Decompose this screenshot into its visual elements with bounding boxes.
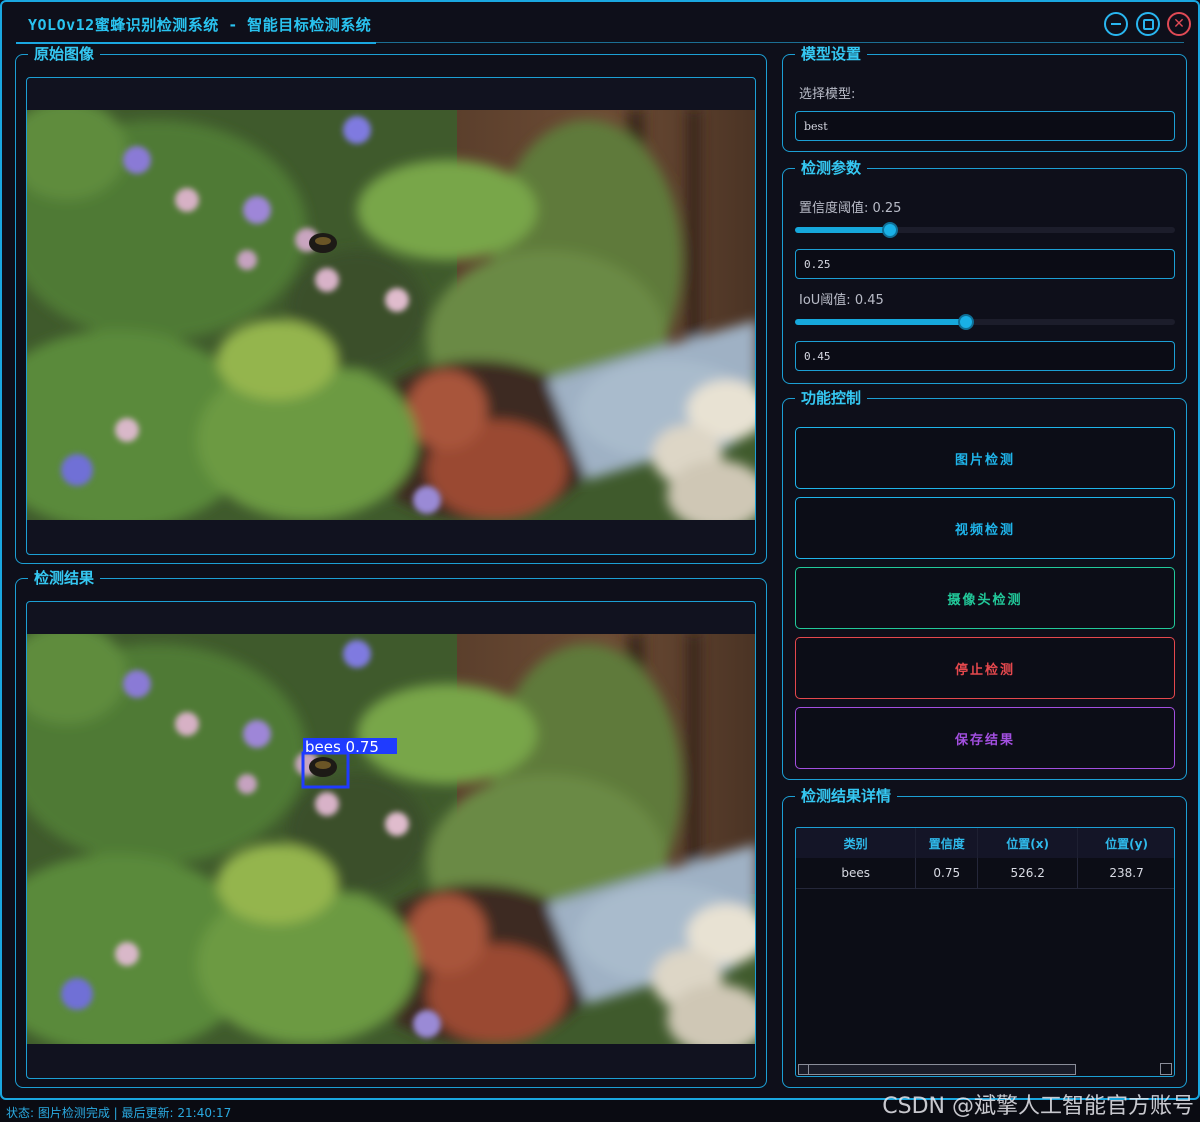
confidence-input[interactable]: 0.25 xyxy=(795,249,1175,279)
scroll-left-arrow[interactable] xyxy=(798,1064,809,1075)
title-underline xyxy=(16,42,376,44)
minimize-icon xyxy=(1111,23,1121,25)
save-result-button[interactable]: 保存结果 xyxy=(795,707,1175,769)
result-image-frame: bees 0.75 xyxy=(26,601,756,1079)
table-cell-x: 526.2 xyxy=(977,858,1079,889)
column-header-x[interactable]: 位置(x) xyxy=(977,828,1079,858)
results-detail-title: 检测结果详情 xyxy=(795,787,898,805)
table-cell-y: 238.7 xyxy=(1077,858,1174,889)
title-bar[interactable]: YOLOv12蜜蜂识别检测系统 - 智能目标检测系统 ✕ xyxy=(2,2,1198,44)
column-header-confidence[interactable]: 置信度 xyxy=(915,828,979,858)
status-bar: 状态: 图片检测完成 | 最后更新: 21:40:17 CSDN @斌擎人工智能… xyxy=(0,1094,1200,1122)
iou-input[interactable]: 0.45 xyxy=(795,341,1175,371)
image-detect-button[interactable]: 图片检测 xyxy=(795,427,1175,489)
original-photo xyxy=(27,110,756,520)
minimize-button[interactable] xyxy=(1104,12,1128,36)
maximize-button[interactable] xyxy=(1136,12,1160,36)
original-image-panel: 原始图像 xyxy=(15,45,767,564)
app-window: YOLOv12蜜蜂识别检测系统 - 智能目标检测系统 ✕ 原始图像 检测结果 b… xyxy=(0,0,1200,1100)
table-header-row: 类别 置信度 位置(x) 位置(y) xyxy=(796,828,1174,858)
camera-detect-button[interactable]: 摄像头检测 xyxy=(795,567,1175,629)
original-image xyxy=(27,110,756,520)
original-image-frame xyxy=(26,77,756,555)
watermark: CSDN @斌擎人工智能官方账号 xyxy=(882,1094,1194,1119)
results-detail-panel: 检测结果详情 类别 置信度 位置(x) 位置(y) bees 0.75 526.… xyxy=(782,787,1187,1088)
table-cell-class: bees xyxy=(796,858,917,889)
model-settings-title: 模型设置 xyxy=(795,45,868,63)
table-row[interactable]: bees 0.75 526.2 238.7 xyxy=(796,858,1174,889)
scrollbar-thumb[interactable] xyxy=(798,1064,1076,1075)
close-button[interactable]: ✕ xyxy=(1167,12,1191,36)
confidence-label: 置信度阈值: 0.25 xyxy=(799,201,902,216)
original-image-title: 原始图像 xyxy=(28,45,101,63)
result-image-panel: 检测结果 bees 0.75 xyxy=(15,569,767,1088)
status-text: 状态: 图片检测完成 | 最后更新: 21:40:17 xyxy=(6,1106,232,1120)
column-header-class[interactable]: 类别 xyxy=(796,828,917,858)
window-title: YOLOv12蜜蜂识别检测系统 - 智能目标检测系统 xyxy=(28,16,372,34)
result-photo: bees 0.75 xyxy=(27,634,756,1044)
scrollbar-corner xyxy=(1160,1063,1172,1075)
detection-label: bees 0.75 xyxy=(305,738,379,756)
function-controls-title: 功能控制 xyxy=(795,389,868,407)
iou-slider[interactable] xyxy=(795,314,1175,330)
table-cell-confidence: 0.75 xyxy=(915,858,979,889)
video-detect-button[interactable]: 视频检测 xyxy=(795,497,1175,559)
maximize-icon xyxy=(1142,18,1154,30)
detection-params-title: 检测参数 xyxy=(795,159,868,177)
result-image-title: 检测结果 xyxy=(28,569,101,587)
horizontal-scrollbar[interactable] xyxy=(796,1062,1174,1076)
model-settings-panel: 模型设置 选择模型: best xyxy=(782,45,1187,152)
result-image: bees 0.75 xyxy=(27,634,756,1044)
confidence-slider[interactable] xyxy=(795,222,1175,238)
confidence-slider-fill xyxy=(795,227,890,233)
detection-params-panel: 检测参数 置信度阈值: 0.25 0.25 IoU阈值: 0.45 0.45 xyxy=(782,159,1187,384)
stop-detect-button[interactable]: 停止检测 xyxy=(795,637,1175,699)
model-select[interactable]: best xyxy=(795,111,1175,141)
confidence-slider-handle[interactable] xyxy=(882,222,898,238)
function-controls-panel: 功能控制 图片检测 视频检测 摄像头检测 停止检测 保存结果 xyxy=(782,389,1187,780)
results-table: 类别 置信度 位置(x) 位置(y) bees 0.75 526.2 238.7 xyxy=(795,827,1175,1077)
iou-slider-handle[interactable] xyxy=(958,314,974,330)
iou-label: IoU阈值: 0.45 xyxy=(799,293,884,308)
title-divider xyxy=(376,42,1184,43)
model-select-label: 选择模型: xyxy=(799,87,856,102)
close-icon: ✕ xyxy=(1173,16,1185,32)
column-header-y[interactable]: 位置(y) xyxy=(1077,828,1174,858)
iou-slider-fill xyxy=(795,319,966,325)
